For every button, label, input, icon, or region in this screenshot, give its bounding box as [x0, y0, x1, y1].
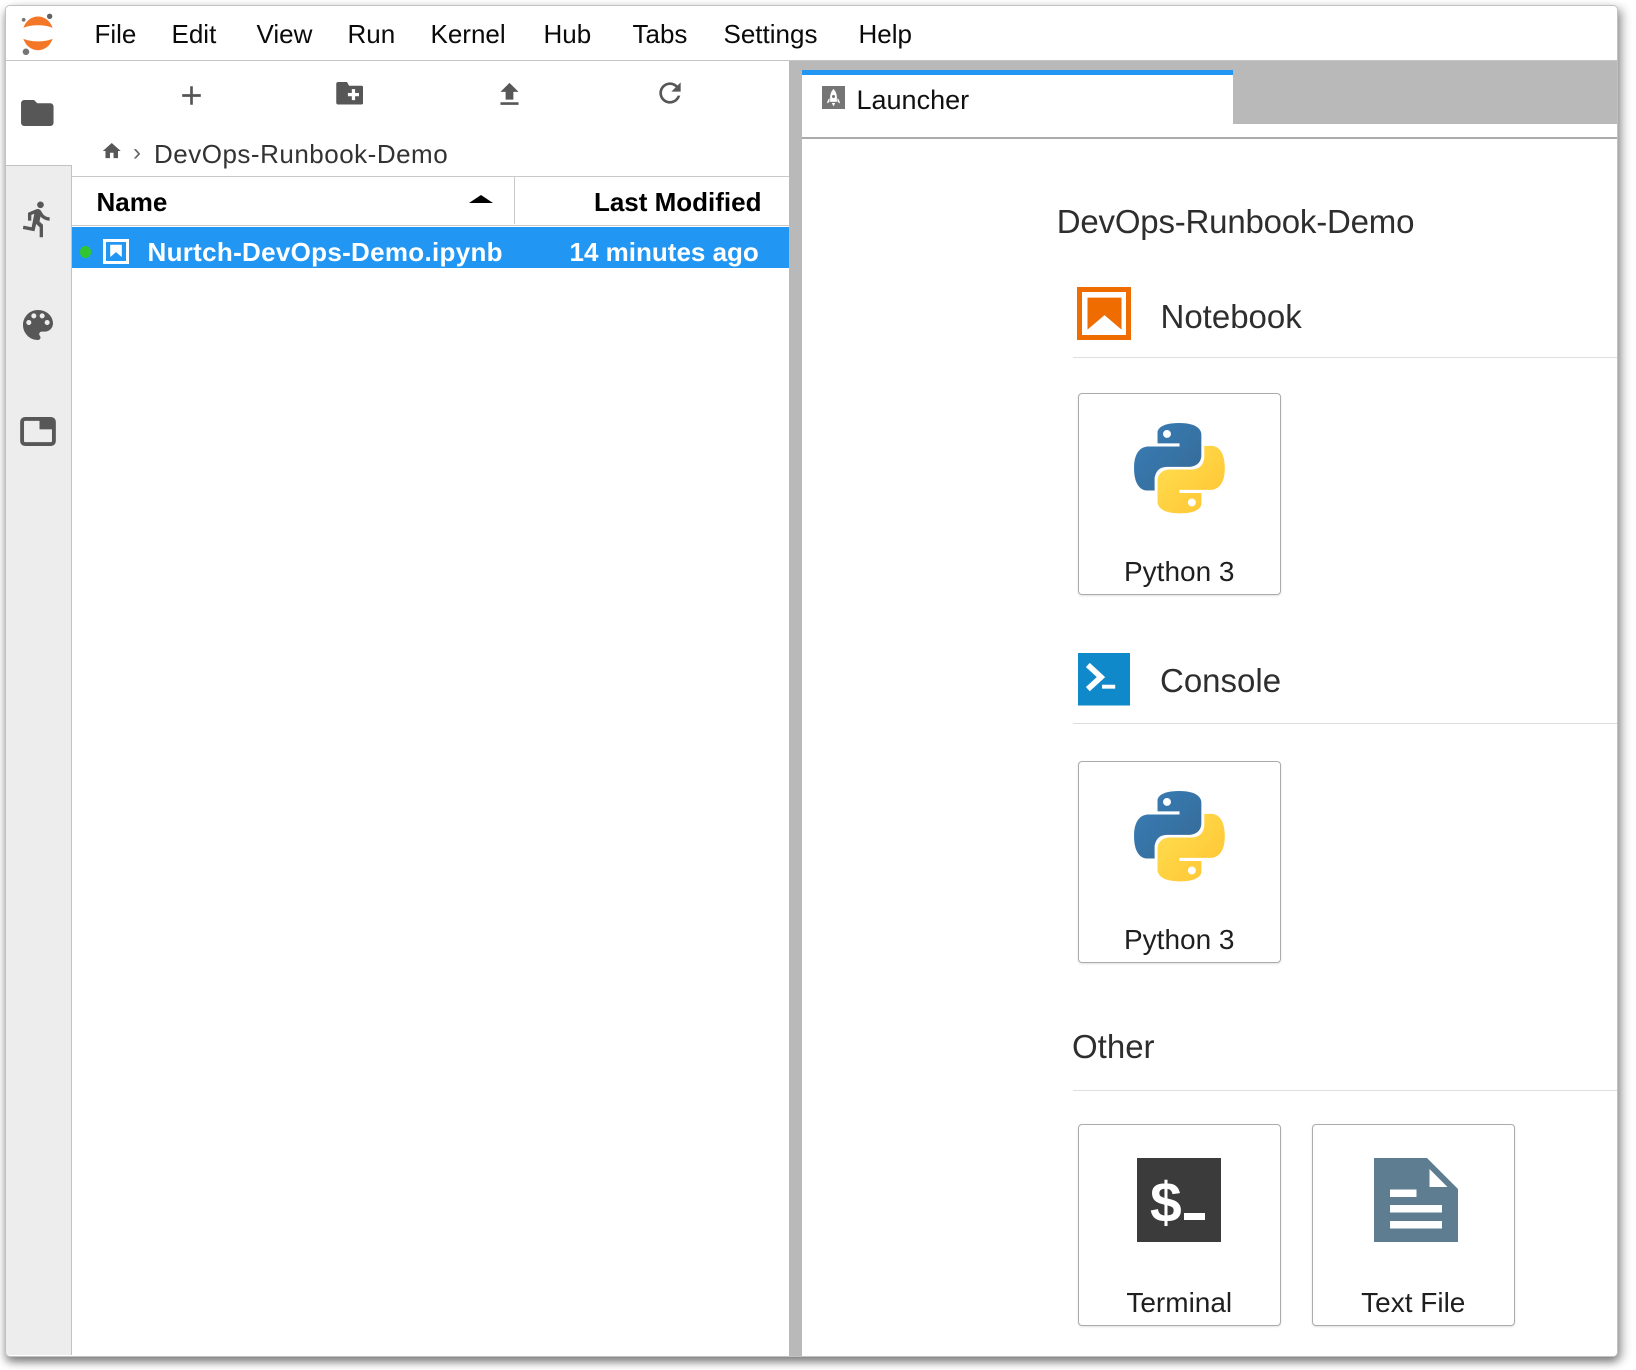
svg-text:$: $ — [1150, 1171, 1182, 1235]
